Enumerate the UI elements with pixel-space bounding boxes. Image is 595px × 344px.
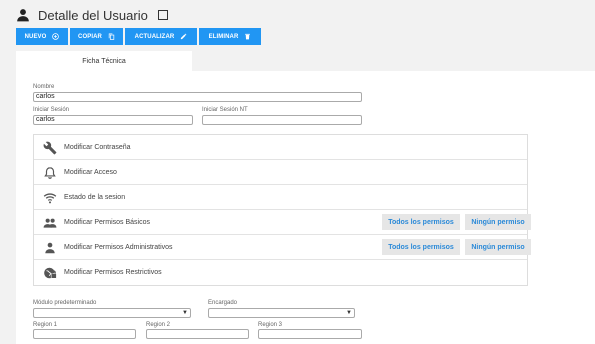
people-icon <box>43 216 57 230</box>
permission-row-administrativos[interactable]: Modificar Permisos Administrativos Todos… <box>34 235 531 260</box>
permission-row-estado-sesion[interactable]: Estado de la sesion <box>34 185 527 210</box>
new-button[interactable]: NUEVO <box>16 28 68 45</box>
permission-label: Modificar Permisos Restrictivos <box>64 269 162 276</box>
page-title: Detalle del Usuario <box>38 7 148 23</box>
permission-row-basicos[interactable]: Modificar Permisos Básicos Todos los per… <box>34 210 531 235</box>
chevron-down-icon: ▼ <box>182 310 188 316</box>
globe-lock-icon <box>43 266 57 280</box>
nombre-field[interactable]: carlos <box>33 92 362 102</box>
bell-icon <box>43 166 57 180</box>
permission-row-acceso[interactable]: Modificar Acceso <box>34 160 527 185</box>
tab-ficha-tecnica[interactable]: Ficha Técnica <box>16 51 192 71</box>
chevron-down-icon: ▼ <box>346 310 352 316</box>
region3-label: Region 3 <box>258 322 283 328</box>
add-circle-icon <box>52 33 60 40</box>
update-button[interactable]: ACTUALIZAR <box>125 28 197 45</box>
modulo-select[interactable]: ▼ <box>33 308 191 318</box>
region2-field[interactable] <box>146 329 249 339</box>
copy-icon <box>108 33 115 40</box>
permission-label: Modificar Permisos Administrativos <box>64 243 173 251</box>
update-button-label: ACTUALIZAR <box>134 33 175 40</box>
permission-label: Estado de la sesion <box>64 193 126 201</box>
encargado-select[interactable]: ▼ <box>208 308 355 318</box>
nombre-label: Nombre <box>33 84 55 90</box>
permission-label: Modificar Acceso <box>64 168 117 176</box>
new-button-label: NUEVO <box>24 33 47 40</box>
no-permissions-button[interactable]: Ningún permiso <box>465 239 531 255</box>
copy-button[interactable]: COPIAR <box>70 28 123 45</box>
region1-label: Region 1 <box>33 322 58 328</box>
permission-row-contrasena[interactable]: Modificar Contraseña <box>34 135 527 160</box>
permissions-list: Modificar Contraseña Modificar Acceso Es… <box>33 134 531 286</box>
region3-field[interactable] <box>258 329 362 339</box>
copy-button-label: COPIAR <box>78 33 102 40</box>
permission-label: Modificar Contraseña <box>64 143 131 151</box>
tab-label: Ficha Técnica <box>82 57 126 65</box>
encargado-label: Encargado <box>208 300 238 306</box>
permission-row-restrictivos[interactable]: Modificar Permisos Restrictivos <box>34 260 527 285</box>
iniciar-sesion-label: Iniciar Sesión <box>33 107 70 113</box>
main-panel: Nombre carlos Iniciar Sesión carlos Inic… <box>16 71 595 344</box>
all-permissions-button[interactable]: Todos los permisos <box>382 239 460 255</box>
person-icon <box>43 241 57 255</box>
wifi-icon <box>43 191 57 205</box>
toolbar: NUEVO COPIAR ACTUALIZAR ELIMINAR <box>16 28 263 45</box>
no-permissions-button[interactable]: Ningún permiso <box>465 214 531 230</box>
iniciar-sesion-field[interactable]: carlos <box>33 115 193 125</box>
header-checkbox[interactable] <box>157 10 168 20</box>
permission-label: Modificar Permisos Básicos <box>64 218 150 226</box>
wrench-icon <box>43 141 57 155</box>
all-permissions-button[interactable]: Todos los permisos <box>382 214 460 230</box>
iniciar-sesion-nt-field[interactable] <box>202 115 362 125</box>
page-header: Detalle del Usuario <box>16 5 168 25</box>
person-icon <box>16 8 30 22</box>
pencil-icon <box>180 33 187 40</box>
delete-button[interactable]: ELIMINAR <box>199 28 261 45</box>
trash-icon <box>244 33 251 40</box>
delete-button-label: ELIMINAR <box>208 33 239 40</box>
region1-field[interactable] <box>33 329 136 339</box>
modulo-label: Módulo predeterminado <box>33 300 97 306</box>
iniciar-sesion-nt-label: Iniciar Sesión NT <box>202 107 248 113</box>
region2-label: Region 2 <box>146 322 171 328</box>
